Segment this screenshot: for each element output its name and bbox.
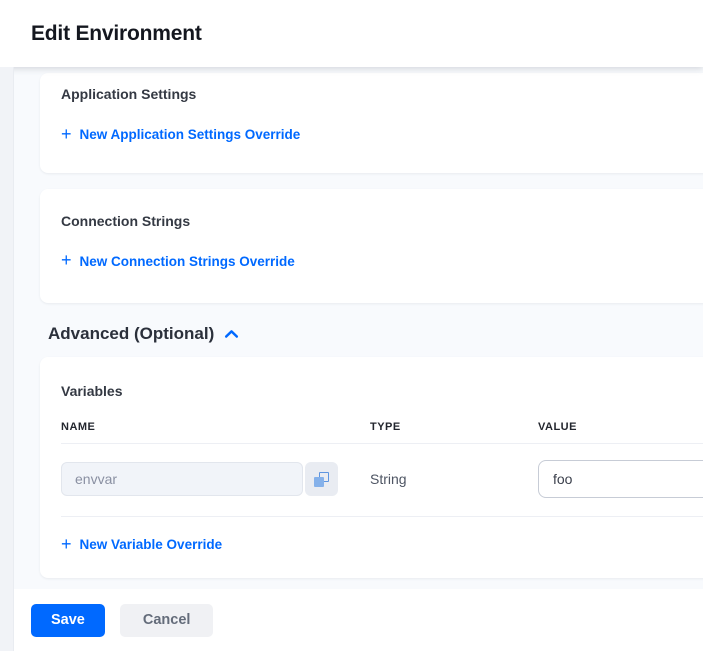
column-header-name: NAME	[61, 421, 370, 433]
variables-table-header: NAME TYPE VALUE	[61, 421, 703, 444]
save-button[interactable]: Save	[31, 604, 105, 637]
application-settings-card: Application Settings + New Application S…	[40, 73, 703, 173]
variable-name-group	[61, 462, 338, 496]
action-footer: Save Cancel	[0, 589, 703, 651]
page-edge-strip	[0, 67, 14, 651]
content-area: Application Settings + New Application S…	[0, 67, 703, 578]
new-connection-strings-override-label: New Connection Strings Override	[80, 254, 295, 269]
variable-row: String	[61, 444, 703, 517]
copy-icon	[314, 472, 329, 487]
plus-icon: +	[61, 127, 72, 141]
connection-strings-title: Connection Strings	[61, 213, 703, 229]
variables-card: Variables NAME TYPE VALUE String +	[40, 357, 703, 578]
column-header-type: TYPE	[370, 421, 538, 433]
advanced-section-toggle[interactable]: Advanced (Optional)	[48, 324, 703, 344]
plus-icon: +	[61, 253, 72, 267]
variables-title: Variables	[61, 383, 703, 399]
connection-strings-card: Connection Strings + New Connection Stri…	[40, 189, 703, 304]
application-settings-title: Application Settings	[61, 86, 703, 102]
cancel-button[interactable]: Cancel	[120, 604, 214, 637]
new-application-settings-override-link[interactable]: + New Application Settings Override	[61, 127, 300, 142]
advanced-section-title: Advanced (Optional)	[48, 324, 214, 344]
variable-name-input[interactable]	[61, 462, 303, 496]
new-variable-override-link[interactable]: + New Variable Override	[61, 537, 222, 552]
page-header: Edit Environment	[0, 0, 703, 67]
chevron-up-icon	[224, 329, 239, 339]
page-title: Edit Environment	[31, 22, 202, 46]
new-application-settings-override-label: New Application Settings Override	[80, 127, 301, 142]
new-connection-strings-override-link[interactable]: + New Connection Strings Override	[61, 254, 295, 269]
new-variable-override-label: New Variable Override	[80, 537, 223, 552]
column-header-value: VALUE	[538, 421, 703, 433]
plus-icon: +	[61, 537, 72, 551]
variable-value-input[interactable]	[538, 460, 703, 498]
copy-button[interactable]	[305, 462, 338, 496]
variable-type-text: String	[370, 471, 538, 487]
